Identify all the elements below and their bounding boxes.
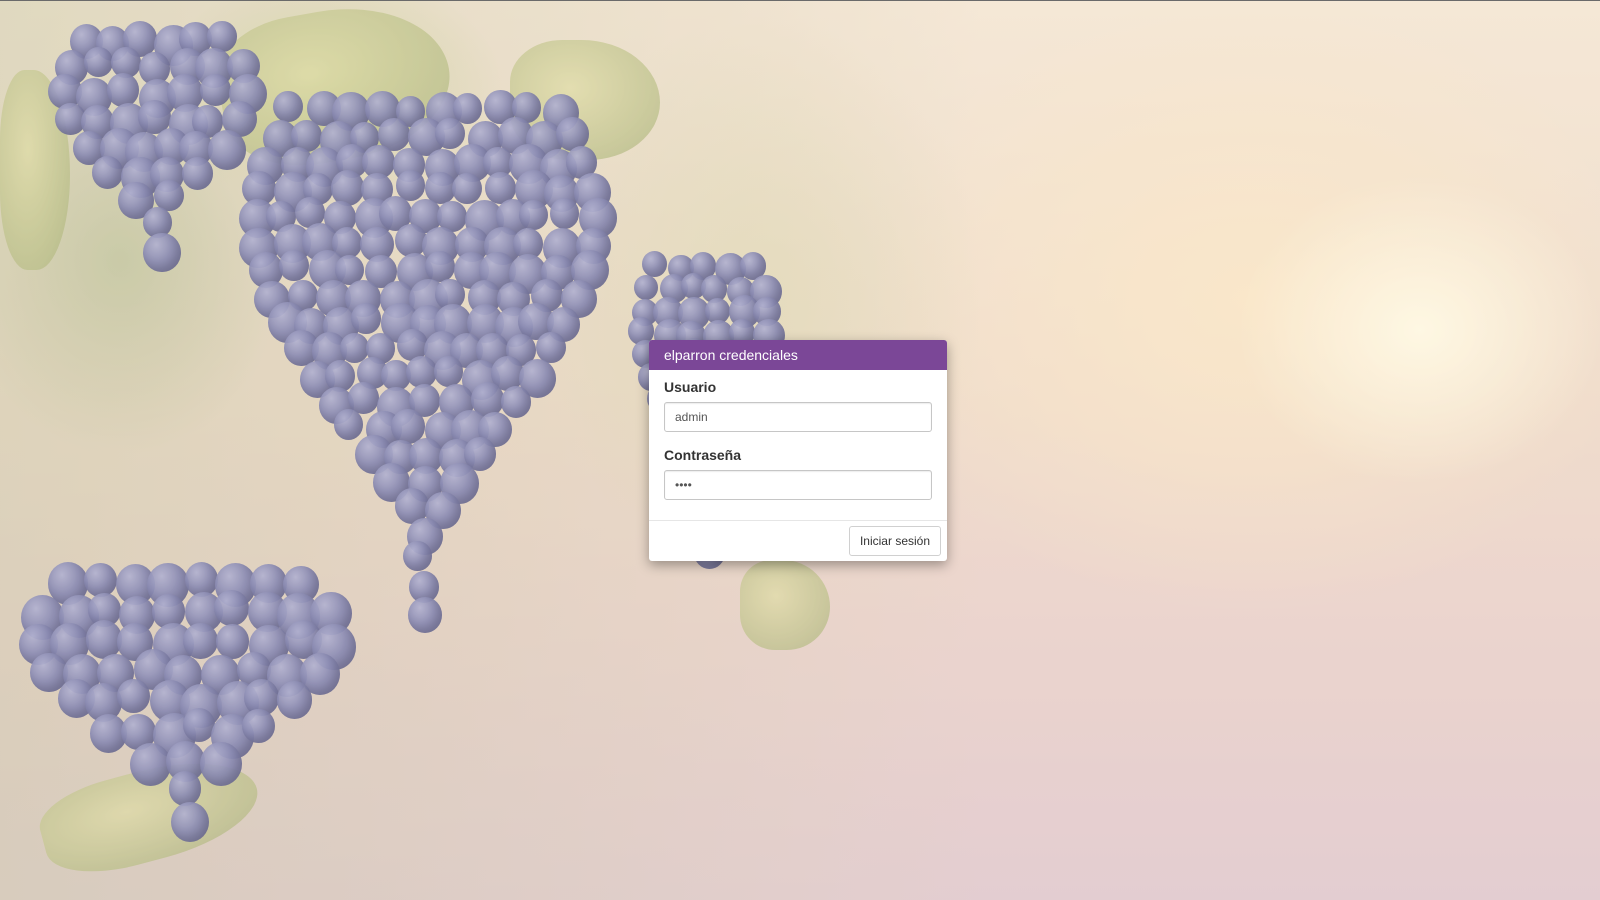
username-input[interactable] bbox=[664, 402, 932, 432]
dialog-title: elparron credenciales bbox=[649, 340, 947, 370]
username-label: Usuario bbox=[664, 379, 717, 395]
login-button[interactable]: Iniciar sesión bbox=[848, 526, 941, 556]
login-form: Usuario Contraseña bbox=[649, 370, 947, 528]
login-dialog: elparron credenciales Usuario Contraseña… bbox=[649, 340, 947, 561]
window-top-border bbox=[0, 0, 1600, 1]
dialog-footer: Iniciar sesión bbox=[649, 520, 947, 561]
password-label: Contraseña bbox=[664, 447, 742, 463]
password-input[interactable] bbox=[664, 470, 932, 500]
